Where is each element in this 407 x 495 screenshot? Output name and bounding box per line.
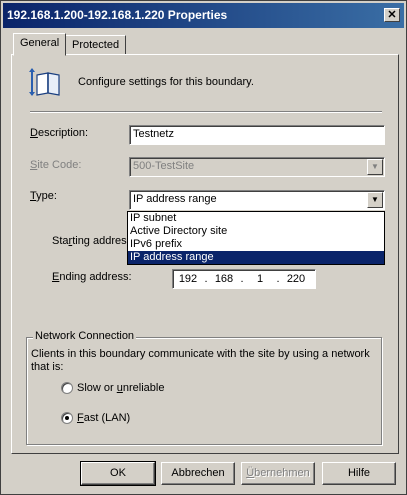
slow-radio-label[interactable]: Slow or unreliable (77, 382, 164, 394)
radio-selected-dot (65, 416, 69, 420)
separator-top (30, 111, 382, 113)
boundary-book-icon (29, 68, 60, 96)
ip-dot: . (240, 273, 244, 285)
cancel-button[interactable]: Abbrechen (161, 462, 235, 485)
type-label: Type: (30, 190, 57, 202)
ip-dot: . (276, 273, 280, 285)
type-option-ad-site[interactable]: Active Directory site (128, 225, 384, 238)
ip-dot: . (204, 273, 208, 285)
ip-octet[interactable]: 220 (283, 273, 309, 285)
close-icon: ✕ (387, 9, 397, 21)
tab-general[interactable]: General (13, 33, 67, 56)
type-value: IP address range (133, 193, 217, 205)
fast-radio[interactable] (61, 412, 73, 424)
apply-button: Übernehmen (241, 462, 315, 485)
window-title: 192.168.1.200-192.168.1.220 Properties (7, 8, 228, 22)
ip-octet[interactable]: 1 (247, 273, 273, 285)
description-label: Description: (30, 127, 89, 139)
general-tab-panel: Configure settings for this boundary. De… (11, 54, 399, 454)
site-code-value: 500-TestSite (133, 160, 195, 172)
slow-radio[interactable] (61, 382, 73, 394)
ip-octet[interactable]: 168 (211, 273, 237, 285)
tab-general-label: General (20, 37, 60, 49)
starting-address-label: Starting address (52, 235, 133, 247)
ending-address-label: Ending address: (52, 271, 132, 283)
tab-protected[interactable]: Protected (65, 35, 127, 55)
tab-protected-label: Protected (72, 39, 120, 51)
help-button[interactable]: Hilfe (322, 462, 396, 485)
network-connection-group: Network Connection Clients in this bound… (26, 330, 382, 445)
type-dropdown[interactable]: IP address range ▼ (129, 190, 385, 210)
type-option-ip-range[interactable]: IP address range (128, 251, 384, 264)
network-description: Clients in this boundary communicate wit… (31, 348, 370, 373)
site-code-label: Site Code: (30, 159, 82, 171)
properties-dialog: 192.168.1.200-192.168.1.220 Properties ✕… (0, 0, 407, 495)
chevron-down-icon[interactable]: ▼ (367, 192, 383, 208)
ok-button[interactable]: OK (80, 461, 156, 486)
title-bar[interactable]: 192.168.1.200-192.168.1.220 Properties ✕ (3, 3, 404, 28)
site-code-dropdown: 500-TestSite ▼ (129, 157, 385, 177)
chevron-down-icon: ▼ (367, 159, 383, 175)
description-value: Testnetz (133, 128, 174, 140)
ip-octet[interactable]: 192 (175, 273, 201, 285)
type-option-ip-subnet[interactable]: IP subnet (128, 212, 384, 225)
description-input[interactable]: Testnetz (129, 125, 385, 145)
type-option-ipv6-prefix[interactable]: IPv6 prefix (128, 238, 384, 251)
header-text: Configure settings for this boundary. (78, 76, 254, 88)
type-dropdown-list: IP subnet Active Directory site IPv6 pre… (127, 211, 385, 265)
close-button[interactable]: ✕ (384, 8, 400, 22)
group-caption: Network Connection (33, 330, 137, 342)
ending-address-input[interactable]: 192 . 168 . 1 . 220 (172, 269, 316, 289)
fast-radio-label[interactable]: Fast (LAN) (77, 412, 130, 424)
